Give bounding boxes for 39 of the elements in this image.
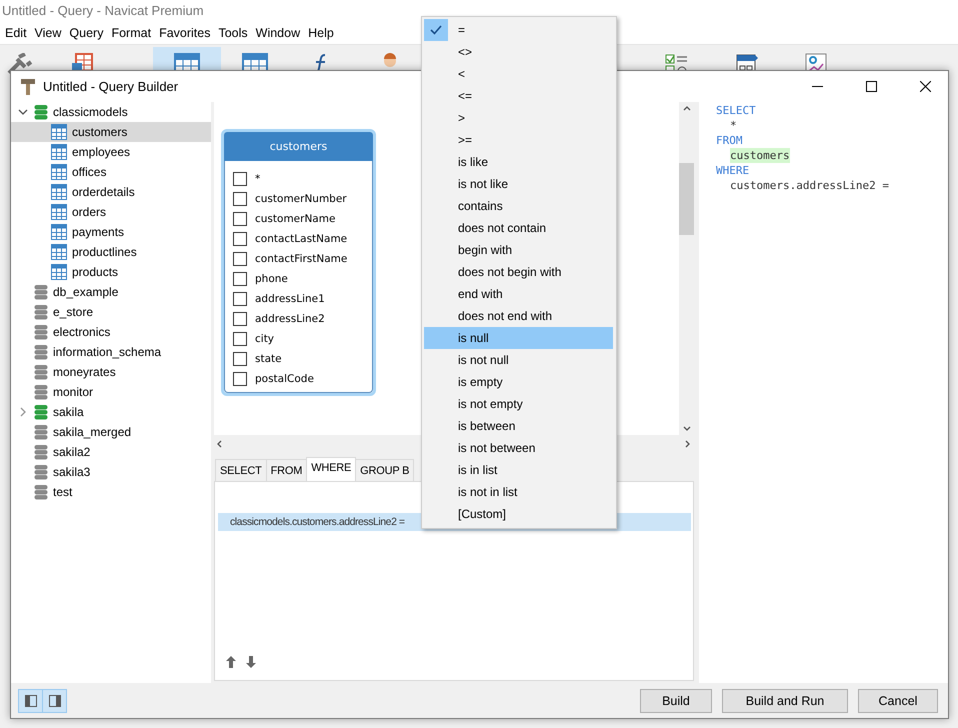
table-name: offices: [72, 165, 106, 179]
database-name: sakila: [53, 405, 84, 419]
window-title: Untitled - Query - Navicat Premium: [0, 0, 958, 22]
database-name: sakila_merged: [53, 425, 132, 439]
database-name: db_example: [53, 285, 118, 299]
database-name: information_schema: [53, 345, 162, 359]
field-name: contactLastName: [255, 233, 348, 245]
dialog-title: Untitled - Query Builder: [43, 79, 180, 94]
table-name: customers: [72, 125, 128, 139]
sql-line: SELECT: [716, 103, 756, 118]
field-name: state: [255, 353, 282, 365]
field-name: addressLine1: [255, 293, 325, 305]
table-name: orders: [72, 205, 106, 219]
database-name: e_store: [53, 305, 94, 319]
sql-line: customers.addressLine2 =: [730, 178, 889, 193]
table-card-title: customers: [224, 132, 373, 161]
database-name: sakila3: [53, 465, 90, 479]
database-name: moneyrates: [53, 365, 116, 379]
table-name: orderdetails: [72, 185, 135, 199]
database-name: classicmodels: [53, 105, 128, 119]
table-name: products: [72, 265, 118, 279]
sql-line: *: [730, 118, 737, 133]
sql-line: WHERE: [716, 163, 750, 178]
table-name: productlines: [72, 245, 137, 259]
database-name: test: [53, 485, 72, 499]
field-name: city: [255, 333, 274, 345]
field-name: customerName: [255, 213, 336, 225]
database-name: electronics: [53, 325, 110, 339]
database-name: sakila2: [53, 445, 90, 459]
field-name: postalCode: [255, 373, 314, 385]
field-name: addressLine2: [255, 313, 325, 325]
field-name: customerNumber: [255, 193, 347, 205]
table-name: payments: [72, 225, 124, 239]
field-name: contactFirstName: [255, 253, 348, 265]
field-name: phone: [255, 273, 288, 285]
table-name: employees: [72, 145, 130, 159]
sql-line: FROM: [716, 133, 742, 148]
database-name: monitor: [53, 385, 94, 399]
field-name: *: [255, 173, 260, 185]
